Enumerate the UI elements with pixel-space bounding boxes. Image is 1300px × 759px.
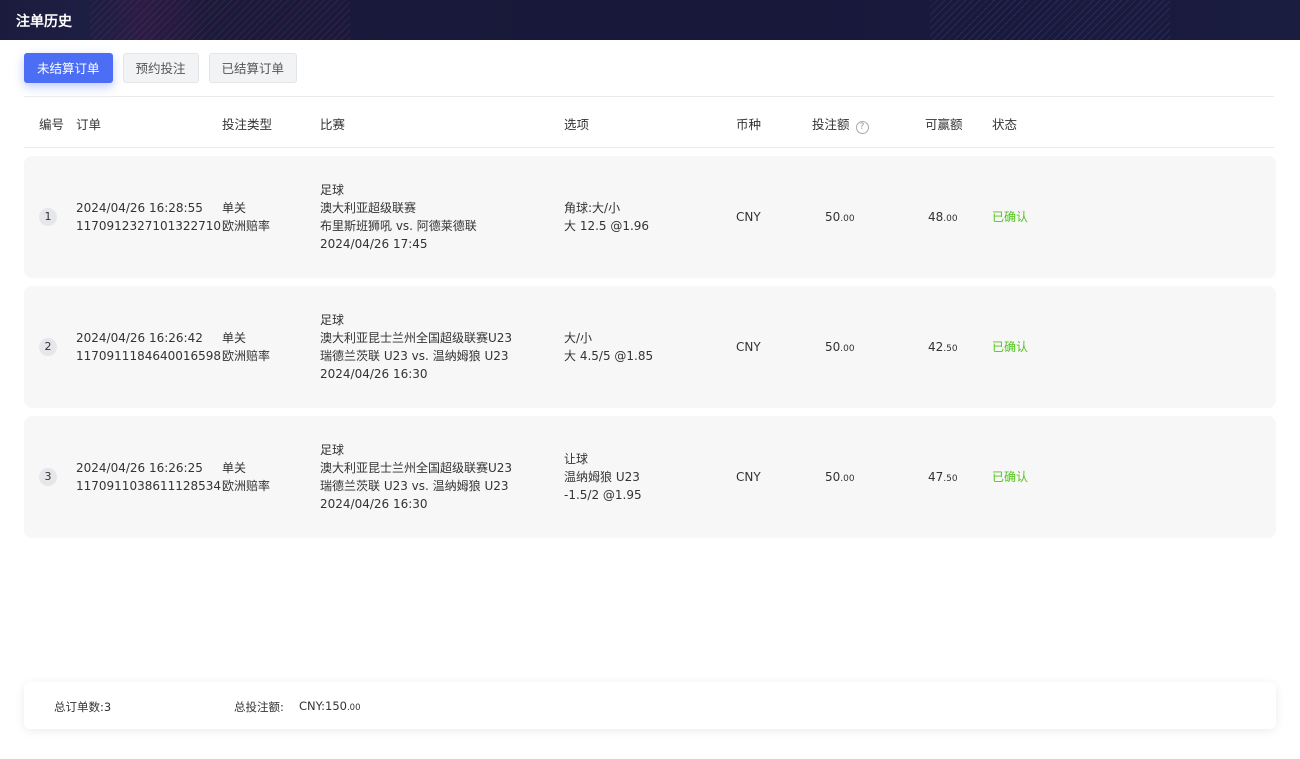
teams: 瑞德兰茨联 U23 vs. 温纳姆狼 U23 [320, 349, 509, 363]
tab-settled[interactable]: 已结算订单 [208, 53, 298, 83]
total-stake-label: 总投注额: [234, 700, 284, 714]
win-amount: 47.50 [928, 470, 958, 484]
header-status: 状态 [992, 117, 1018, 132]
status-badge: 已确认 [992, 210, 1029, 224]
league: 澳大利亚昆士兰州全国超级联赛U23 [320, 461, 513, 475]
sport: 足球 [320, 313, 345, 327]
header-bet-type: 投注类型 [222, 117, 273, 132]
league: 澳大利亚超级联赛 [320, 201, 417, 215]
header-no: 编号 [39, 117, 65, 132]
table-row[interactable]: 1 2024/04/26 16:28:55 117091232710132271… [24, 156, 1276, 278]
title-bar: 注单历史 [0, 0, 1300, 40]
option-selection: 大 4.5/5 @1.85 [564, 349, 654, 363]
stake-amount: 50.00 [825, 470, 855, 484]
bet-type: 单关 [222, 201, 247, 215]
header-currency: 币种 [736, 117, 762, 132]
currency: CNY [736, 210, 761, 224]
bet-type: 单关 [222, 461, 247, 475]
order-time: 2024/04/26 16:28:55 [76, 201, 203, 215]
sport: 足球 [320, 183, 345, 197]
total-stake-value: CNY:150.00 [299, 699, 361, 713]
option-selection: -1.5/2 @1.95 [564, 488, 642, 502]
sport: 足球 [320, 443, 345, 457]
summary-footer: 总订单数:3 总投注额: CNY:150.00 [24, 682, 1276, 729]
league: 澳大利亚昆士兰州全国超级联赛U23 [320, 331, 513, 345]
match-time: 2024/04/26 16:30 [320, 497, 428, 511]
order-time: 2024/04/26 16:26:25 [76, 461, 203, 475]
order-id: 1170911184640016598 [76, 349, 222, 363]
title-bar-decoration-right [930, 0, 1170, 40]
status-badge: 已确认 [992, 340, 1029, 354]
status-badge: 已确认 [992, 470, 1029, 484]
option-market: 角球:大/小 [564, 201, 621, 215]
stake-amount: 50.00 [825, 210, 855, 224]
order-time: 2024/04/26 16:26:42 [76, 331, 203, 345]
divider [24, 147, 1274, 148]
win-amount: 42.50 [928, 340, 958, 354]
match-time: 2024/04/26 17:45 [320, 237, 428, 251]
option-selection: 大 12.5 @1.96 [564, 219, 650, 233]
match-time: 2024/04/26 16:30 [320, 367, 428, 381]
tab-reserved[interactable]: 预约投注 [122, 53, 199, 83]
win-amount: 48.00 [928, 210, 958, 224]
teams: 布里斯班狮吼 vs. 阿德莱德联 [320, 219, 477, 233]
table-row[interactable]: 2 2024/04/26 16:26:42 117091118464001659… [24, 286, 1276, 408]
header-stake: 投注额? [812, 114, 869, 134]
bet-type: 单关 [222, 331, 247, 345]
row-number: 1 [39, 208, 57, 226]
header-order: 订单 [76, 117, 102, 132]
header-win: 可赢额 [925, 117, 963, 132]
title-bar-decoration [90, 0, 350, 40]
row-number: 2 [39, 338, 57, 356]
option-team: 温纳姆狼 U23 [564, 470, 640, 484]
order-id: 1170912327101322710 [76, 219, 222, 233]
option-market: 大/小 [564, 331, 593, 345]
tab-unsettled[interactable]: 未结算订单 [24, 53, 113, 83]
header-option: 选项 [564, 117, 590, 132]
currency: CNY [736, 470, 761, 484]
teams: 瑞德兰茨联 U23 vs. 温纳姆狼 U23 [320, 479, 509, 493]
help-icon[interactable]: ? [855, 121, 869, 134]
page-title: 注单历史 [16, 14, 72, 30]
table-row[interactable]: 3 2024/04/26 16:26:25 117091103861112853… [24, 416, 1276, 538]
header-match: 比赛 [320, 117, 346, 132]
total-orders: 总订单数:3 [54, 700, 112, 714]
odds-type: 欧洲赔率 [222, 219, 271, 233]
order-id: 1170911038611128534 [76, 479, 222, 493]
row-number: 3 [39, 468, 57, 486]
odds-type: 欧洲赔率 [222, 479, 271, 493]
option-market: 让球 [564, 452, 589, 466]
table-header: 编号 订单 投注类型 比赛 选项 币种 投注额? 可赢额 状态 [0, 97, 1300, 147]
currency: CNY [736, 340, 761, 354]
order-tabs: 未结算订单 预约投注 已结算订单 [24, 53, 298, 83]
stake-amount: 50.00 [825, 340, 855, 354]
odds-type: 欧洲赔率 [222, 349, 271, 363]
